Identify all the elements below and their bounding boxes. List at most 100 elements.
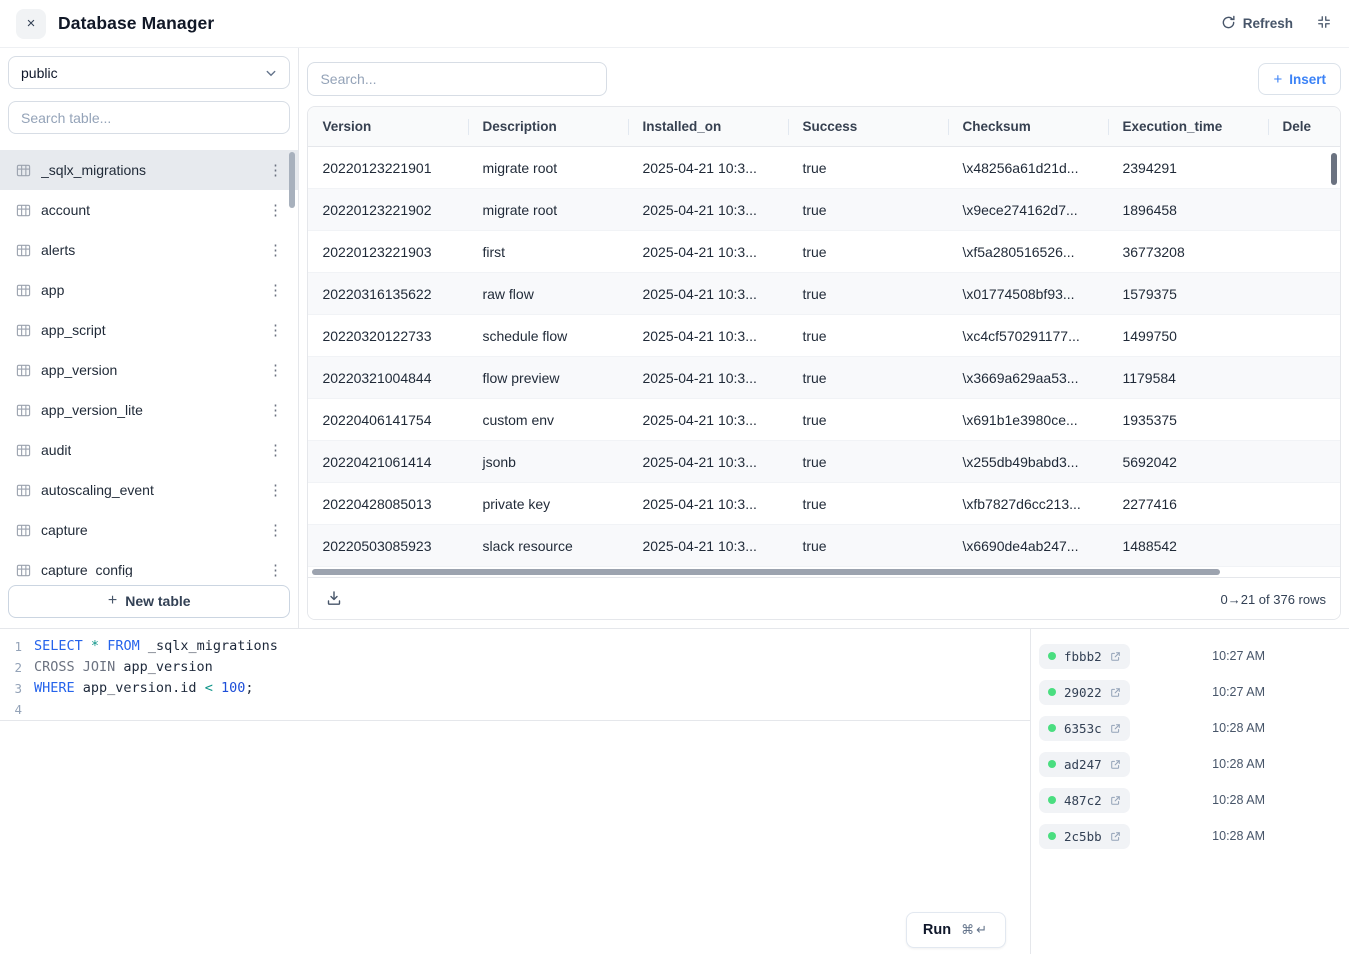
- vertical-scrollbar-thumb[interactable]: [1331, 153, 1337, 185]
- table-row[interactable]: 20220428085013private key2025-04-21 10:3…: [308, 483, 1341, 525]
- table-name-label: app_version: [41, 362, 117, 378]
- table-row[interactable]: 20220320122733schedule flow2025-04-21 10…: [308, 315, 1341, 357]
- table-row[interactable]: 20220503085923slack resource2025-04-21 1…: [308, 525, 1341, 567]
- external-link-icon[interactable]: [1110, 687, 1121, 698]
- history-item[interactable]: fbbb210:27 AM: [1031, 638, 1349, 674]
- kebab-menu-icon[interactable]: ⋮: [266, 521, 284, 539]
- external-link-icon[interactable]: [1110, 759, 1121, 770]
- table-row[interactable]: 20220406141754custom env2025-04-21 10:3.…: [308, 399, 1341, 441]
- column-header[interactable]: Success: [788, 107, 948, 146]
- column-header[interactable]: Checksum: [948, 107, 1108, 146]
- external-link-icon[interactable]: [1110, 723, 1121, 734]
- cell: [1268, 189, 1341, 230]
- kebab-menu-icon[interactable]: ⋮: [266, 481, 284, 499]
- grid-search-input[interactable]: [307, 62, 607, 96]
- history-id-pill[interactable]: 29022: [1039, 680, 1130, 705]
- column-header[interactable]: Dele: [1268, 107, 1341, 146]
- column-header[interactable]: Version: [308, 107, 468, 146]
- data-grid-panel: + Insert VersionDescriptionInstalled_onS…: [299, 48, 1349, 628]
- history-item[interactable]: 487c210:28 AM: [1031, 782, 1349, 818]
- kebab-menu-icon[interactable]: ⋮: [266, 161, 284, 179]
- table-icon: [16, 483, 31, 498]
- cell: true: [788, 525, 948, 566]
- cell: [1268, 399, 1341, 440]
- table-list: _sqlx_migrations⋮account⋮alerts⋮app⋮app_…: [0, 150, 298, 577]
- sidebar-item-app_version[interactable]: app_version ⋮: [0, 350, 298, 390]
- column-header[interactable]: Execution_time: [1108, 107, 1268, 146]
- bottom-row: 1234 SELECT * FROM _sqlx_migrationsCROSS…: [0, 628, 1349, 954]
- table-row[interactable]: 20220321004844flow preview2025-04-21 10:…: [308, 357, 1341, 399]
- horizontal-scrollbar[interactable]: [308, 567, 1340, 577]
- history-item[interactable]: 2902210:27 AM: [1031, 674, 1349, 710]
- table-row[interactable]: 20220123221903first2025-04-21 10:3...tru…: [308, 231, 1341, 273]
- table-row[interactable]: 20220123221902migrate root2025-04-21 10:…: [308, 189, 1341, 231]
- table-row[interactable]: 20220316135622raw flow2025-04-21 10:3...…: [308, 273, 1341, 315]
- kebab-menu-icon[interactable]: ⋮: [266, 201, 284, 219]
- table-icon: [16, 283, 31, 298]
- run-label: Run: [923, 922, 951, 938]
- kebab-menu-icon[interactable]: ⋮: [266, 361, 284, 379]
- refresh-button[interactable]: Refresh: [1221, 15, 1293, 33]
- sql-token: 100: [221, 680, 245, 696]
- sidebar-item-autoscaling_event[interactable]: autoscaling_event ⋮: [0, 470, 298, 510]
- history-item[interactable]: ad24710:28 AM: [1031, 746, 1349, 782]
- history-id-pill[interactable]: 487c2: [1039, 788, 1130, 813]
- sidebar-item-account[interactable]: account⋮: [0, 190, 298, 230]
- new-table-button[interactable]: + New table: [8, 585, 290, 618]
- sidebar-item-audit[interactable]: audit⋮: [0, 430, 298, 470]
- sidebar-item-app_version_lite[interactable]: app_version_lite⋮: [0, 390, 298, 430]
- close-button[interactable]: ×: [16, 9, 46, 39]
- kebab-menu-icon[interactable]: ⋮: [266, 561, 284, 577]
- history-id-pill[interactable]: 2c5bb: [1039, 824, 1130, 849]
- table-row[interactable]: 20220421061414jsonb2025-04-21 10:3...tru…: [308, 441, 1341, 483]
- cell: 2025-04-21 10:3...: [628, 231, 788, 272]
- sidebar-scrollbar[interactable]: [289, 152, 295, 208]
- cell: true: [788, 189, 948, 230]
- status-dot: [1048, 796, 1056, 804]
- table-search-input[interactable]: [8, 101, 290, 134]
- run-button[interactable]: Run ⌘↵: [906, 912, 1006, 948]
- table-name-label: app_script: [41, 322, 106, 338]
- cell: flow preview: [468, 357, 628, 398]
- history-id: ad247: [1064, 757, 1102, 772]
- sql-token: CROSS JOIN: [34, 659, 115, 675]
- kebab-menu-icon[interactable]: ⋮: [266, 281, 284, 299]
- run-shortcut: ⌘↵: [961, 922, 989, 938]
- history-id-pill[interactable]: fbbb2: [1039, 644, 1130, 669]
- sidebar-item-app_script[interactable]: app_script ⋮: [0, 310, 298, 350]
- table-row[interactable]: 20220123221901migrate root2025-04-21 10:…: [308, 147, 1341, 189]
- history-item[interactable]: 6353c10:28 AM: [1031, 710, 1349, 746]
- collapse-button[interactable]: [1315, 13, 1333, 34]
- column-header[interactable]: Description: [468, 107, 628, 146]
- kebab-menu-icon[interactable]: ⋮: [266, 321, 284, 339]
- download-button[interactable]: [322, 586, 346, 613]
- sql-editor[interactable]: 1234 SELECT * FROM _sqlx_migrationsCROSS…: [0, 629, 1030, 954]
- external-link-icon[interactable]: [1110, 795, 1121, 806]
- sidebar-item-app[interactable]: app⋮: [0, 270, 298, 310]
- table-name-label: autoscaling_event: [41, 482, 154, 498]
- history-id-pill[interactable]: ad247: [1039, 752, 1130, 777]
- line-number: 1: [0, 636, 22, 657]
- sidebar-item-_sqlx_migrations[interactable]: _sqlx_migrations⋮: [0, 150, 298, 190]
- insert-button[interactable]: + Insert: [1258, 63, 1341, 95]
- history-id-pill[interactable]: 6353c: [1039, 716, 1130, 741]
- cell: true: [788, 231, 948, 272]
- kebab-menu-icon[interactable]: ⋮: [266, 401, 284, 419]
- kebab-menu-icon[interactable]: ⋮: [266, 241, 284, 259]
- column-header[interactable]: Installed_on: [628, 107, 788, 146]
- history-item[interactable]: 2c5bb10:28 AM: [1031, 818, 1349, 854]
- external-link-icon[interactable]: [1110, 831, 1121, 842]
- code-line: SELECT * FROM _sqlx_migrations: [34, 636, 1030, 657]
- external-link-icon[interactable]: [1110, 651, 1121, 662]
- cell: 1935375: [1108, 399, 1268, 440]
- history-id: fbbb2: [1064, 649, 1102, 664]
- kebab-menu-icon[interactable]: ⋮: [266, 441, 284, 459]
- horizontal-scrollbar-thumb[interactable]: [312, 569, 1220, 575]
- schema-select[interactable]: public: [8, 56, 290, 89]
- sql-token: app_version: [115, 659, 213, 675]
- cell: 2025-04-21 10:3...: [628, 483, 788, 524]
- cell: 2025-04-21 10:3...: [628, 357, 788, 398]
- sidebar-item-alerts[interactable]: alerts⋮: [0, 230, 298, 270]
- sidebar-item-capture[interactable]: capture⋮: [0, 510, 298, 550]
- sidebar-item-capture_config[interactable]: capture_config⋮: [0, 550, 298, 577]
